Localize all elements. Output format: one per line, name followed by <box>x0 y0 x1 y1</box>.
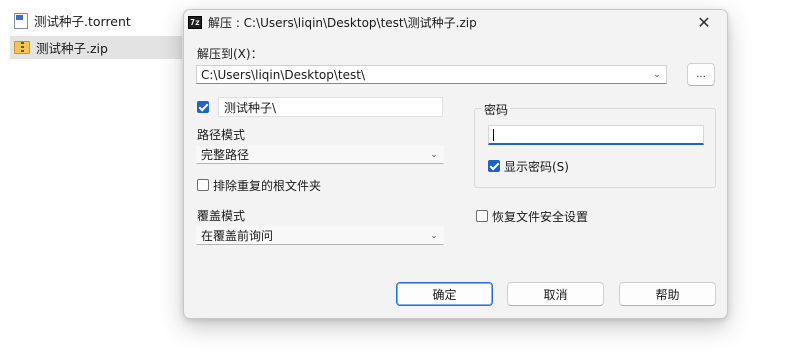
extract-dialog: 7z 解压 : C:\Users\liqin\Desktop\test\测试种子… <box>183 9 728 319</box>
extract-to-value: C:\Users\liqin\Desktop\test\ <box>201 67 365 82</box>
show-password-checkbox[interactable] <box>488 160 500 172</box>
file-item-torrent[interactable]: 测试种子.torrent <box>10 9 182 32</box>
subfolder-checkbox[interactable] <box>197 101 209 113</box>
dialog-titlebar[interactable]: 7z 解压 : C:\Users\liqin\Desktop\test\测试种子… <box>184 10 727 35</box>
close-button[interactable]: ✕ <box>681 10 727 35</box>
dialog-title: 解压 : C:\Users\liqin\Desktop\test\测试种子.zi… <box>208 16 477 30</box>
cancel-button[interactable]: 取消 <box>507 282 604 306</box>
file-name: 测试种子.zip <box>36 41 108 56</box>
7zip-app-icon: 7z <box>188 16 202 29</box>
overwrite-mode-select[interactable]: 在覆盖前询问 ⌄ <box>196 226 444 245</box>
extract-to-combobox[interactable]: C:\Users\liqin\Desktop\test\ ⌄ <box>196 65 667 84</box>
eliminate-root-checkbox[interactable] <box>197 179 209 191</box>
show-password-label[interactable]: 显示密码(S) <box>504 158 569 175</box>
overwrite-mode-label: 覆盖模式 <box>197 209 246 223</box>
torrent-file-icon <box>14 12 28 29</box>
password-input[interactable] <box>488 125 704 145</box>
zip-folder-icon <box>14 41 30 54</box>
chevron-down-icon[interactable]: ⌄ <box>648 66 666 83</box>
restore-security-label[interactable]: 恢复文件安全设置 <box>492 208 588 225</box>
text-caret <box>493 129 494 141</box>
help-button[interactable]: 帮助 <box>619 282 716 306</box>
password-group <box>474 108 716 188</box>
overwrite-mode-value: 在覆盖前询问 <box>201 229 274 243</box>
browse-button[interactable]: ... <box>687 63 715 86</box>
chevron-down-icon: ⌄ <box>430 149 438 160</box>
chevron-down-icon: ⌄ <box>430 230 438 241</box>
path-mode-value: 完整路径 <box>201 148 250 162</box>
extract-to-label: 解压到(X)： <box>197 47 263 61</box>
eliminate-root-label[interactable]: 排除重复的根文件夹 <box>213 177 321 194</box>
close-icon: ✕ <box>697 13 711 32</box>
password-group-label: 密码 <box>482 101 511 118</box>
subfolder-input[interactable]: 测试种子\ <box>218 97 443 117</box>
file-item-zip[interactable]: 测试种子.zip <box>10 36 182 59</box>
ok-button[interactable]: 确定 <box>396 282 493 306</box>
restore-security-checkbox[interactable] <box>476 210 488 222</box>
path-mode-label: 路径模式 <box>197 128 246 142</box>
file-name: 测试种子.torrent <box>34 14 131 29</box>
path-mode-select[interactable]: 完整路径 ⌄ <box>196 145 444 164</box>
